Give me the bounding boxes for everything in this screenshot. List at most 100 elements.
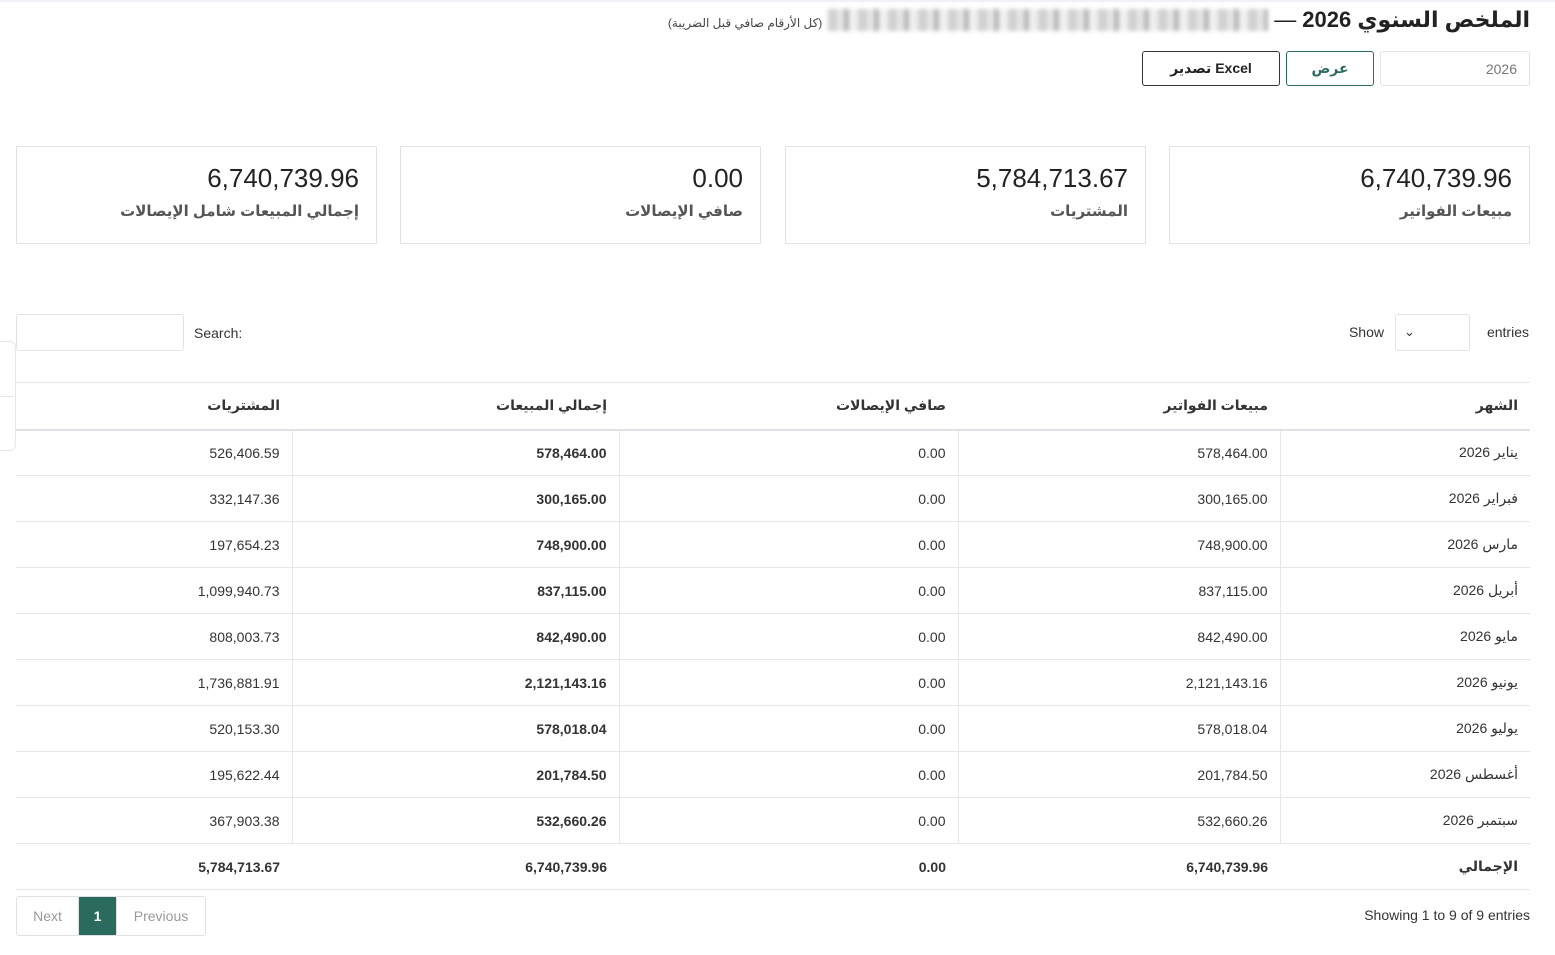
cell-net-receipts: 0.00	[619, 521, 959, 568]
cell-purchases: 197,654.23	[16, 521, 293, 568]
top-border	[0, 0, 1555, 2]
showing-entries-info: Showing 1 to 9 of 9 entries	[1364, 907, 1530, 923]
header-total-sales[interactable]: إجمالي المبيعات	[292, 382, 619, 431]
header-net-receipts[interactable]: صافي الإيصالات	[619, 382, 958, 431]
total-purchases: 5,784,713.67	[16, 843, 292, 890]
card-value: 0.00	[692, 163, 743, 193]
cell-invoice-sales: 578,018.04	[958, 705, 1281, 752]
page-header: الملخص السنوي 2026 — (كل الأرقام صافي قب…	[668, 6, 1530, 34]
cell-month: أبريل 2026	[1280, 567, 1530, 614]
page-1-button[interactable]: 1	[79, 897, 116, 935]
chevron-down-icon: ⌄	[1404, 324, 1415, 339]
table-row: يناير 2026 578,464.00 0.00 578,464.00 52…	[16, 429, 1530, 476]
view-button[interactable]: عرض	[1286, 51, 1374, 86]
table-row: أغسطس 2026 201,784.50 0.00 201,784.50 19…	[16, 751, 1530, 798]
cell-purchases: 332,147.36	[16, 475, 293, 522]
page-title: الملخص السنوي 2026	[1302, 7, 1530, 32]
title-dash: —	[1274, 7, 1297, 32]
cell-invoice-sales: 578,464.00	[958, 429, 1281, 476]
entries-select[interactable]: ⌄	[1395, 314, 1470, 351]
cell-total-sales: 532,660.26	[292, 797, 620, 844]
total-label: الإجمالي	[1280, 843, 1530, 890]
header-purchases[interactable]: المشتريات	[16, 382, 292, 431]
table-row: مايو 2026 842,490.00 0.00 842,490.00 808…	[16, 613, 1530, 660]
cell-month: مارس 2026	[1280, 521, 1530, 568]
cell-net-receipts: 0.00	[619, 705, 959, 752]
table-row: سبتمبر 2026 532,660.26 0.00 532,660.26 3…	[16, 797, 1530, 844]
cell-invoice-sales: 748,900.00	[958, 521, 1281, 568]
cell-total-sales: 748,900.00	[292, 521, 620, 568]
cell-net-receipts: 0.00	[619, 751, 959, 798]
cell-month: سبتمبر 2026	[1280, 797, 1530, 844]
table-header-row: الشهر مبيعات الفواتير صافي الإيصالات إجم…	[16, 382, 1530, 431]
divider	[0, 396, 14, 397]
header-month[interactable]: الشهر	[1280, 382, 1530, 431]
cell-total-sales: 2,121,143.16	[292, 659, 620, 706]
cell-month: يونيو 2026	[1280, 659, 1530, 706]
card-invoice-sales: 6,740,739.96 مبيعات الفواتير	[1169, 146, 1530, 244]
cell-net-receipts: 0.00	[619, 797, 959, 844]
cell-invoice-sales: 842,490.00	[958, 613, 1281, 660]
show-label: Show	[1348, 324, 1384, 340]
card-net-receipts: 0.00 صافي الإيصالات	[400, 146, 761, 244]
redacted-company-name	[828, 9, 1269, 31]
cell-total-sales: 201,784.50	[292, 751, 620, 798]
cell-month: مايو 2026	[1280, 613, 1530, 660]
cell-invoice-sales: 837,115.00	[958, 567, 1281, 614]
total-invoice-sales: 6,740,739.96	[958, 843, 1280, 890]
pagination: Next 1 Previous	[16, 896, 206, 936]
search-input[interactable]	[16, 314, 184, 351]
summary-table: الشهر مبيعات الفواتير صافي الإيصالات إجم…	[16, 382, 1530, 890]
year-input[interactable]	[1380, 51, 1530, 86]
cell-purchases: 1,736,881.91	[16, 659, 293, 706]
cell-invoice-sales: 300,165.00	[958, 475, 1281, 522]
cell-month: فبراير 2026	[1280, 475, 1530, 522]
header-invoice-sales[interactable]: مبيعات الفواتير	[958, 382, 1280, 431]
card-label: المشتريات	[1050, 203, 1128, 220]
card-total-sales: 6,740,739.96 إجمالي المبيعات شامل الإيصا…	[16, 146, 377, 244]
cell-purchases: 808,003.73	[16, 613, 293, 660]
table-row: يوليو 2026 578,018.04 0.00 578,018.04 52…	[16, 705, 1530, 752]
cell-purchases: 1,099,940.73	[16, 567, 293, 614]
cell-total-sales: 578,464.00	[292, 429, 620, 476]
tax-note: (كل الأرقام صافي قبل الضريبة)	[667, 16, 823, 30]
export-excel-button[interactable]: تصدير Excel	[1142, 51, 1280, 86]
table-row: يونيو 2026 2,121,143.16 0.00 2,121,143.1…	[16, 659, 1530, 706]
card-value: 6,740,739.96	[1360, 163, 1512, 193]
cell-purchases: 367,903.38	[16, 797, 293, 844]
next-page-button[interactable]: Next	[17, 897, 79, 935]
cell-invoice-sales: 201,784.50	[958, 751, 1281, 798]
table-total-row: الإجمالي 6,740,739.96 0.00 6,740,739.96 …	[16, 843, 1530, 890]
cell-total-sales: 842,490.00	[292, 613, 620, 660]
cell-net-receipts: 0.00	[619, 475, 959, 522]
table-row: مارس 2026 748,900.00 0.00 748,900.00 197…	[16, 521, 1530, 568]
cell-net-receipts: 0.00	[619, 613, 959, 660]
card-label: مبيعات الفواتير	[1399, 203, 1512, 220]
table-row: أبريل 2026 837,115.00 0.00 837,115.00 1,…	[16, 567, 1530, 614]
cell-net-receipts: 0.00	[619, 429, 959, 476]
cell-month: أغسطس 2026	[1280, 751, 1530, 798]
cell-invoice-sales: 532,660.26	[958, 797, 1281, 844]
card-purchases: 5,784,713.67 المشتريات	[785, 146, 1146, 244]
total-total-sales: 6,740,739.96	[292, 843, 619, 890]
table-row: فبراير 2026 300,165.00 0.00 300,165.00 3…	[16, 475, 1530, 522]
cell-total-sales: 837,115.00	[292, 567, 620, 614]
cell-net-receipts: 0.00	[619, 567, 959, 614]
cell-purchases: 520,153.30	[16, 705, 293, 752]
card-value: 6,740,739.96	[207, 163, 359, 193]
card-value: 5,784,713.67	[976, 163, 1128, 193]
search-label: Search:	[194, 325, 243, 341]
cell-total-sales: 300,165.00	[292, 475, 620, 522]
cell-total-sales: 578,018.04	[292, 705, 620, 752]
card-label: إجمالي المبيعات شامل الإيصالات	[120, 203, 359, 220]
cell-purchases: 526,406.59	[16, 429, 293, 476]
cell-month: يوليو 2026	[1280, 705, 1530, 752]
cell-net-receipts: 0.00	[619, 659, 959, 706]
side-drawer-tab[interactable]	[0, 341, 16, 451]
previous-page-button[interactable]: Previous	[116, 897, 205, 935]
entries-label: entries	[1486, 324, 1529, 340]
cell-month: يناير 2026	[1280, 429, 1530, 476]
cell-invoice-sales: 2,121,143.16	[958, 659, 1281, 706]
card-label: صافي الإيصالات	[625, 203, 743, 220]
total-net-receipts: 0.00	[619, 843, 958, 890]
